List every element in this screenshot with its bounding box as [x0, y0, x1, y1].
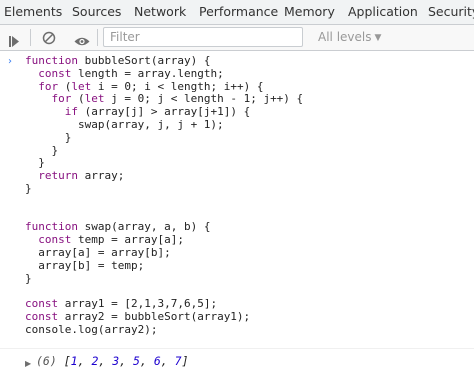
tab-network[interactable]: Network — [134, 4, 186, 19]
chevron-down-icon: ▼ — [374, 33, 382, 43]
console-prompt-icon: › — [8, 56, 12, 67]
array-value: 7 — [174, 354, 182, 368]
code-line: swap(array, j, j + 1); — [25, 117, 224, 131]
toolbar-divider — [97, 29, 98, 46]
code-keyword: function — [25, 54, 78, 67]
code-line: } — [25, 181, 32, 195]
tab-elements[interactable]: Elements — [4, 4, 62, 19]
code-keyword: for — [51, 92, 72, 106]
code-line: } — [25, 143, 59, 157]
play-icon[interactable] — [9, 32, 19, 47]
console-code-block[interactable]: function bubbleSort(array) { const lengt… — [25, 54, 303, 337]
code-keyword: return — [38, 169, 78, 183]
array-value: 3 — [112, 354, 120, 368]
code-line: const array2 = bubbleSort(array1); — [25, 309, 251, 323]
console-log-output[interactable]: (6) [1, 2, 3, 5, 6, 7] — [36, 354, 189, 368]
code-keyword: if — [64, 105, 78, 119]
code-keyword: const — [38, 233, 72, 247]
array-value: 2 — [91, 354, 99, 368]
array-value: 6 — [153, 354, 161, 368]
code-keyword: const — [25, 297, 59, 311]
code-line: console.log(array2); — [25, 322, 158, 336]
console-toolbar: All levels▼ — [0, 25, 474, 51]
devtools-tab-bar: Elements Sources Network Performance Mem… — [0, 0, 474, 25]
tab-security[interactable]: Security — [428, 4, 474, 19]
code-keyword: let — [84, 92, 105, 106]
console-panel: › function bubbleSort(array) { const len… — [0, 51, 474, 378]
eye-icon[interactable] — [74, 32, 90, 46]
tab-memory[interactable]: Memory — [284, 4, 335, 19]
code-line: } — [25, 271, 32, 285]
code-line: array[a] = array[b]; — [25, 245, 171, 259]
array-bracket-open: [ — [63, 354, 71, 368]
array-bracket-close: ] — [181, 354, 189, 368]
array-value: 1 — [70, 354, 78, 368]
tab-performance[interactable]: Performance — [199, 4, 278, 19]
code-keyword: const — [25, 309, 59, 323]
log-levels-dropdown[interactable]: All levels ▼ — [318, 30, 381, 44]
toolbar-divider — [30, 29, 31, 46]
code-keyword: const — [38, 66, 72, 80]
tab-application[interactable]: Application — [348, 4, 418, 19]
code-line: return array; — [38, 169, 125, 183]
clear-console-icon[interactable] — [42, 30, 56, 45]
log-levels-label: All levels — [318, 30, 372, 44]
filter-input[interactable] — [103, 27, 303, 47]
code-line: } — [25, 130, 72, 144]
code-line: const length = array.length; — [38, 66, 224, 80]
expand-arrow-icon[interactable]: ▶ — [25, 359, 31, 368]
code-keyword: function — [25, 220, 78, 234]
code-line: array[b] = temp; — [25, 258, 145, 272]
result-divider — [0, 348, 474, 349]
code-keyword: for — [38, 79, 59, 93]
array-length: (6) — [36, 354, 57, 368]
tab-sources[interactable]: Sources — [72, 4, 121, 19]
array-value: 5 — [133, 354, 140, 368]
code-keyword: let — [71, 79, 92, 93]
